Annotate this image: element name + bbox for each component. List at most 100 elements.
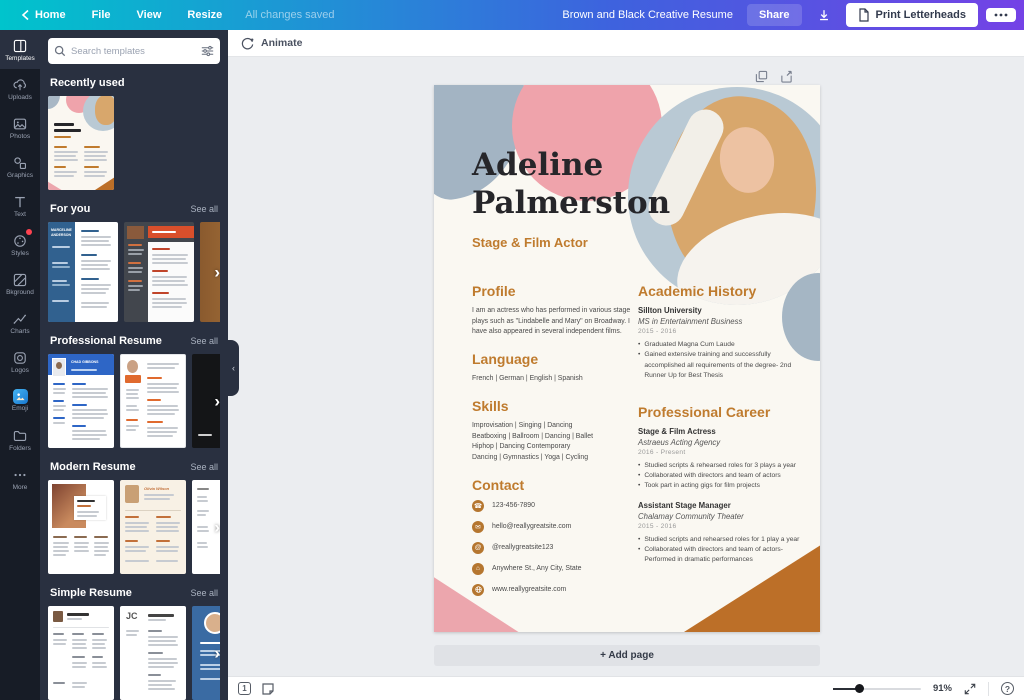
zoom-slider[interactable] (833, 688, 921, 690)
charts-icon (12, 311, 28, 327)
skills-line[interactable]: Improvisation | Singing | Dancing (472, 421, 632, 432)
zoom-level[interactable]: 91% (933, 683, 952, 694)
template-thumbnail[interactable] (48, 606, 114, 700)
resize-menu[interactable]: Resize (174, 9, 235, 21)
sidebar-item-text[interactable]: Text (0, 186, 40, 225)
carousel-next-button[interactable]: › (214, 264, 220, 281)
more-icon (12, 467, 28, 483)
language-heading[interactable]: Language (472, 351, 632, 367)
template-thumbnail[interactable]: CHAD GIBBONS (48, 354, 114, 448)
template-thumbnail-adeline-resume[interactable] (48, 96, 114, 190)
sidebar-rail: Templates Uploads Photos Graphics Text S… (0, 30, 40, 700)
contact-row[interactable]: ✉ hello@reallygreatsite.com (472, 521, 632, 533)
more-options-button[interactable] (986, 8, 1016, 22)
design-page[interactable]: Adeline Palmerston Stage & Film Actor Pr… (434, 85, 820, 632)
home-button[interactable]: Home (8, 9, 79, 21)
sidebar-item-emoji[interactable]: Emoji (0, 381, 40, 420)
academic-heading[interactable]: Academic History (638, 283, 810, 299)
sidebar-item-photos[interactable]: Photos (0, 108, 40, 147)
sidebar-item-background[interactable]: Bkground (0, 264, 40, 303)
sidebar-item-styles[interactable]: Styles (0, 225, 40, 264)
see-all-for-you[interactable]: See all (190, 204, 218, 214)
templates-panel: Recently used F (40, 30, 228, 700)
contact-row[interactable]: ☎ 123-456-7890 (472, 500, 632, 512)
contact-row[interactable]: www.reallygreatsite.com (472, 584, 632, 596)
sidebar-item-logos[interactable]: Logos (0, 342, 40, 381)
print-letterheads-label: Print Letterheads (876, 9, 966, 21)
language-body[interactable]: French | German | English | Spanish (472, 374, 632, 385)
sidebar-item-more[interactable]: More (0, 459, 40, 498)
uploads-icon (12, 77, 28, 93)
section-title-for-you: For you (50, 203, 90, 215)
see-all-professional[interactable]: See all (190, 336, 218, 346)
share-page-icon[interactable] (780, 70, 793, 83)
resume-name[interactable]: Adeline Palmerston (472, 147, 702, 223)
template-thumbnail[interactable] (120, 354, 186, 448)
help-icon[interactable]: ? (1001, 682, 1014, 695)
career-heading[interactable]: Professional Career (638, 404, 810, 420)
file-menu[interactable]: File (79, 9, 124, 21)
text-icon (12, 194, 28, 210)
notes-icon[interactable] (261, 682, 275, 696)
profile-heading[interactable]: Profile (472, 283, 632, 299)
contact-row[interactable]: ⌂ Anywhere St., Any City, State (472, 563, 632, 575)
template-thumbnail[interactable]: JC (120, 606, 186, 700)
canvas-toolbar: Animate (228, 30, 1024, 57)
duplicate-page-icon[interactable] (755, 70, 768, 83)
view-menu[interactable]: View (124, 9, 175, 21)
background-icon (12, 272, 28, 288)
academic-entry[interactable]: Sillton University MS in Entertainment B… (638, 306, 810, 382)
resume-left-column: Profile I am an actress who has performe… (472, 283, 632, 605)
sidebar-item-folders[interactable]: Folders (0, 420, 40, 459)
sidebar-item-charts[interactable]: Charts (0, 303, 40, 342)
photos-icon (12, 116, 28, 132)
sidebar-item-uploads[interactable]: Uploads (0, 69, 40, 108)
contact-row[interactable]: @ @reallygreatsite123 (472, 542, 632, 554)
skills-heading[interactable]: Skills (472, 398, 632, 414)
skills-line[interactable]: Hiphop | Dancing Contemporary (472, 442, 632, 453)
add-page-button[interactable]: + Add page (434, 645, 820, 666)
sidebar-item-graphics[interactable]: Graphics (0, 147, 40, 186)
career-entry[interactable]: Assistant Stage Manager Chalamay Communi… (638, 501, 810, 566)
back-chevron-icon (21, 9, 30, 21)
see-all-modern[interactable]: See all (190, 462, 218, 472)
carousel-next-button[interactable]: › (214, 393, 220, 410)
animate-icon (240, 36, 255, 51)
search-input[interactable] (71, 46, 196, 57)
profile-body[interactable]: I am an actress who has performed in var… (472, 306, 632, 338)
thumbnail-name: Olivia Wilson (144, 486, 169, 491)
folders-icon (12, 428, 28, 444)
sidebar-item-templates[interactable]: Templates (0, 30, 40, 69)
template-thumbnail[interactable]: MARCELINE ANDERSON (48, 222, 118, 322)
carousel-next-button[interactable]: › (214, 519, 220, 536)
panel-collapse-button[interactable]: ‹ (228, 340, 239, 396)
print-letterheads-button[interactable]: Print Letterheads (846, 3, 978, 27)
template-thumbnail[interactable] (48, 480, 114, 574)
template-thumbnail[interactable]: Olivia Wilson (120, 480, 186, 574)
styles-icon (12, 233, 28, 249)
logos-icon (12, 350, 28, 366)
zoom-slider-knob[interactable] (855, 684, 864, 693)
skills-line[interactable]: Dancing | Gymnastics | Yoga | Cycling (472, 453, 632, 464)
template-thumbnail[interactable] (124, 222, 194, 322)
fullscreen-icon[interactable] (964, 683, 976, 695)
document-title[interactable]: Brown and Black Creative Resume (562, 9, 733, 21)
share-button[interactable]: Share (747, 4, 802, 26)
graphics-icon (12, 155, 28, 171)
save-status: All changes saved (235, 9, 344, 21)
page-manager-icon[interactable]: 1 (238, 682, 251, 695)
canva-editor: Home File View Resize All changes saved … (0, 0, 1024, 700)
home-icon: ⌂ (472, 563, 484, 575)
filter-icon[interactable] (201, 45, 214, 57)
download-button[interactable] (810, 3, 838, 27)
contact-heading[interactable]: Contact (472, 477, 632, 493)
career-entry[interactable]: Stage & Film Actress Astraeus Acting Age… (638, 427, 810, 492)
resume-job-title[interactable]: Stage & Film Actor (472, 235, 588, 250)
home-label: Home (35, 9, 66, 21)
skills-line[interactable]: Beatboxing | Ballroom | Dancing | Ballet (472, 432, 632, 443)
carousel-next-button[interactable]: › (214, 645, 220, 662)
animate-button[interactable]: Animate (261, 37, 302, 49)
emoji-icon (13, 389, 28, 404)
search-bar (48, 38, 220, 64)
see-all-simple[interactable]: See all (190, 588, 218, 598)
